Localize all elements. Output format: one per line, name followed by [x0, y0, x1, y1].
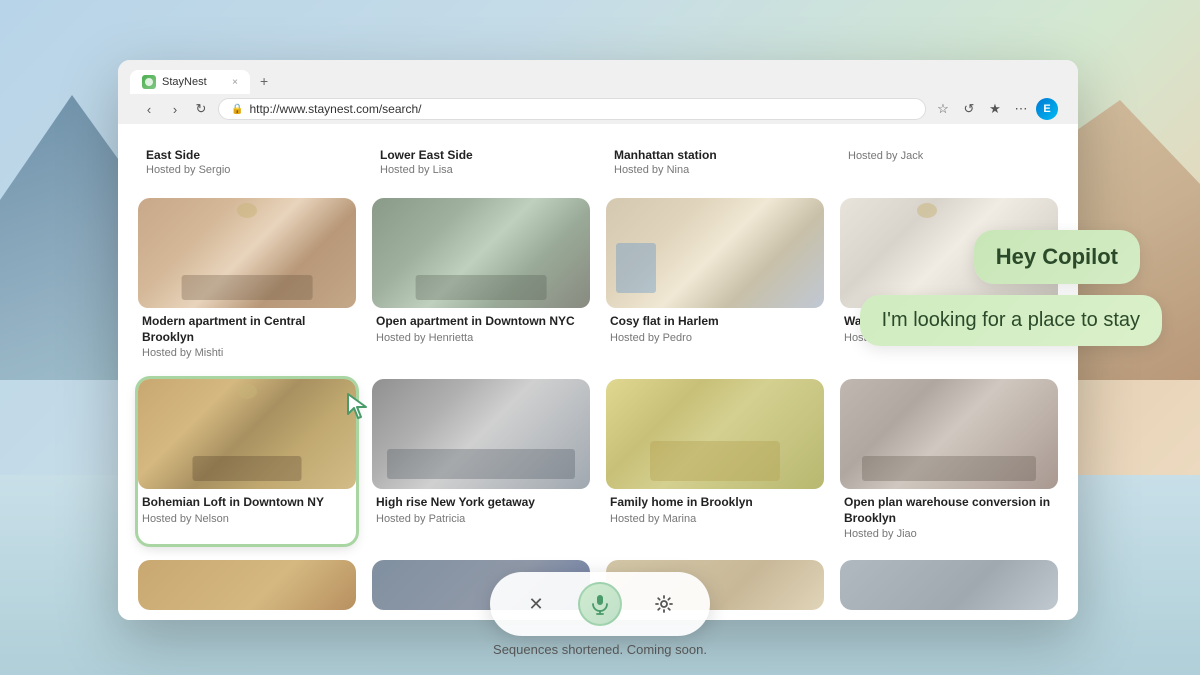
address-lock-icon: 🔒: [231, 104, 243, 115]
listing-info-central-brooklyn: Modern apartment in Central Brooklyn Hos…: [138, 308, 356, 363]
close-button[interactable]: ✕: [518, 586, 554, 622]
partial-card-1-title: East Side: [146, 148, 348, 162]
listing-title-highrise: High rise New York getaway: [376, 495, 586, 511]
star-icon[interactable]: ★: [984, 98, 1006, 120]
listing-card-family-brooklyn[interactable]: Family home in Brooklyn Hosted by Marina: [606, 379, 824, 544]
mic-button[interactable]: [578, 582, 622, 626]
listing-image-row4-1: [138, 560, 356, 610]
partial-card-1[interactable]: East Side Hosted by Sergio: [138, 140, 356, 182]
listing-image-warehouse: [840, 379, 1058, 489]
web-content: East Side Hosted by Sergio Lower East Si…: [118, 124, 1078, 620]
copilot-bubble-1: Hey Copilot: [974, 230, 1140, 284]
partial-card-4[interactable]: Hosted by Jack: [840, 140, 1058, 182]
address-bar-row: ‹ › ↻ 🔒 http://www.staynest.com/search/ …: [130, 94, 1066, 124]
listing-host-warehouse: Hosted by Jiao: [844, 528, 1054, 540]
furniture-decoration: [182, 275, 313, 300]
listing-image-row4-4: [840, 560, 1058, 610]
chandelier-decoration: [237, 203, 257, 218]
listing-image-bohemian: [138, 379, 356, 489]
partial-card-3-title: Manhattan station: [614, 148, 816, 162]
new-tab-button[interactable]: +: [252, 68, 276, 94]
browser-tab-active[interactable]: StayNest ×: [130, 70, 250, 94]
more-icon[interactable]: ⋯: [1010, 98, 1032, 120]
partial-card-1-host: Hosted by Sergio: [146, 164, 348, 176]
listing-host-bohemian: Hosted by Nelson: [142, 513, 352, 525]
address-bar[interactable]: 🔒 http://www.staynest.com/search/: [218, 98, 926, 120]
listing-info-warehouse: Open plan warehouse conversion in Brookl…: [840, 489, 1058, 544]
copilot-bubble-2: I'm looking for a place to stay: [860, 295, 1162, 346]
partial-listings-row: East Side Hosted by Sergio Lower East Si…: [138, 140, 1058, 182]
listing-image-family-brooklyn: [606, 379, 824, 489]
furniture-decoration-2: [416, 275, 547, 300]
browser-toolbar-icons: ☆ ↺ ★ ⋯ E: [932, 98, 1058, 120]
listing-card-central-brooklyn[interactable]: Modern apartment in Central Brooklyn Hos…: [138, 198, 356, 363]
favorites-icon[interactable]: ☆: [932, 98, 954, 120]
partial-card-2-host: Hosted by Lisa: [380, 164, 582, 176]
partial-card-3-host: Hosted by Nina: [614, 164, 816, 176]
listing-title-warehouse: Open plan warehouse conversion in Brookl…: [844, 495, 1054, 526]
listing-info-downtown-nyc: Open apartment in Downtown NYC Hosted by…: [372, 308, 590, 348]
listing-host-harlem: Hosted by Pedro: [610, 332, 820, 344]
back-button[interactable]: ‹: [138, 98, 160, 120]
listing-card-bohemian[interactable]: Bohemian Loft in Downtown NY Hosted by N…: [138, 379, 356, 544]
listing-title-downtown-nyc: Open apartment in Downtown NYC: [376, 314, 586, 330]
listing-info-harlem: Cosy flat in Harlem Hosted by Pedro: [606, 308, 824, 348]
chandelier-bohemian: [237, 384, 257, 399]
partial-card-2[interactable]: Lower East Side Hosted by Lisa: [372, 140, 590, 182]
bottom-caption: Sequences shortened. Coming soon.: [493, 642, 707, 657]
bottom-toolbar: ✕ Sequences shortened. Coming soon.: [490, 572, 710, 657]
chandelier-walden: [917, 203, 937, 218]
edge-profile-icon[interactable]: E: [1036, 98, 1058, 120]
listing-card-harlem[interactable]: Cosy flat in Harlem Hosted by Pedro: [606, 198, 824, 363]
listing-image-central-brooklyn: [138, 198, 356, 308]
nav-controls: ‹ › ↻: [138, 98, 212, 120]
cursor-arrow: [342, 390, 374, 422]
tab-close-button[interactable]: ×: [232, 77, 238, 88]
browser-tab-bar: StayNest × +: [130, 68, 1066, 94]
tab-title: StayNest: [162, 76, 207, 88]
partial-card-3[interactable]: Manhattan station Hosted by Nina: [606, 140, 824, 182]
settings-button[interactable]: [646, 586, 682, 622]
listing-title-bohemian: Bohemian Loft in Downtown NY: [142, 495, 352, 511]
listing-info-highrise: High rise New York getaway Hosted by Pat…: [372, 489, 590, 529]
refresh-nav-icon[interactable]: ↺: [958, 98, 980, 120]
forward-button[interactable]: ›: [164, 98, 186, 120]
listing-info-bohemian: Bohemian Loft in Downtown NY Hosted by N…: [138, 489, 356, 529]
listing-host-family-brooklyn: Hosted by Marina: [610, 513, 820, 525]
refresh-button[interactable]: ↻: [190, 98, 212, 120]
partial-card-4-host: Hosted by Jack: [848, 150, 1050, 162]
listings-row-3: Bohemian Loft in Downtown NY Hosted by N…: [138, 379, 1058, 544]
listing-host-downtown-nyc: Hosted by Henrietta: [376, 332, 586, 344]
toolbar-pill: ✕: [490, 572, 710, 636]
partial-card-2-title: Lower East Side: [380, 148, 582, 162]
listing-card-warehouse[interactable]: Open plan warehouse conversion in Brookl…: [840, 379, 1058, 544]
listing-card-row4-1[interactable]: [138, 560, 356, 610]
listing-image-downtown-nyc: [372, 198, 590, 308]
listing-title-harlem: Cosy flat in Harlem: [610, 314, 820, 330]
furniture-bohemian: [193, 456, 302, 481]
address-url: http://www.staynest.com/search/: [249, 102, 421, 116]
listing-title-central-brooklyn: Modern apartment in Central Brooklyn: [142, 314, 352, 345]
listing-card-row4-4[interactable]: [840, 560, 1058, 610]
listing-card-downtown-nyc[interactable]: Open apartment in Downtown NYC Hosted by…: [372, 198, 590, 363]
browser-chrome: StayNest × + ‹ › ↻ 🔒 http://www.staynest…: [118, 60, 1078, 124]
listing-host-central-brooklyn: Hosted by Mishti: [142, 347, 352, 359]
tab-favicon: [142, 75, 156, 89]
listing-title-family-brooklyn: Family home in Brooklyn: [610, 495, 820, 511]
listing-image-highrise: [372, 379, 590, 489]
listing-card-highrise[interactable]: High rise New York getaway Hosted by Pat…: [372, 379, 590, 544]
listing-host-highrise: Hosted by Patricia: [376, 513, 586, 525]
listing-image-harlem: [606, 198, 824, 308]
listing-info-family-brooklyn: Family home in Brooklyn Hosted by Marina: [606, 489, 824, 529]
